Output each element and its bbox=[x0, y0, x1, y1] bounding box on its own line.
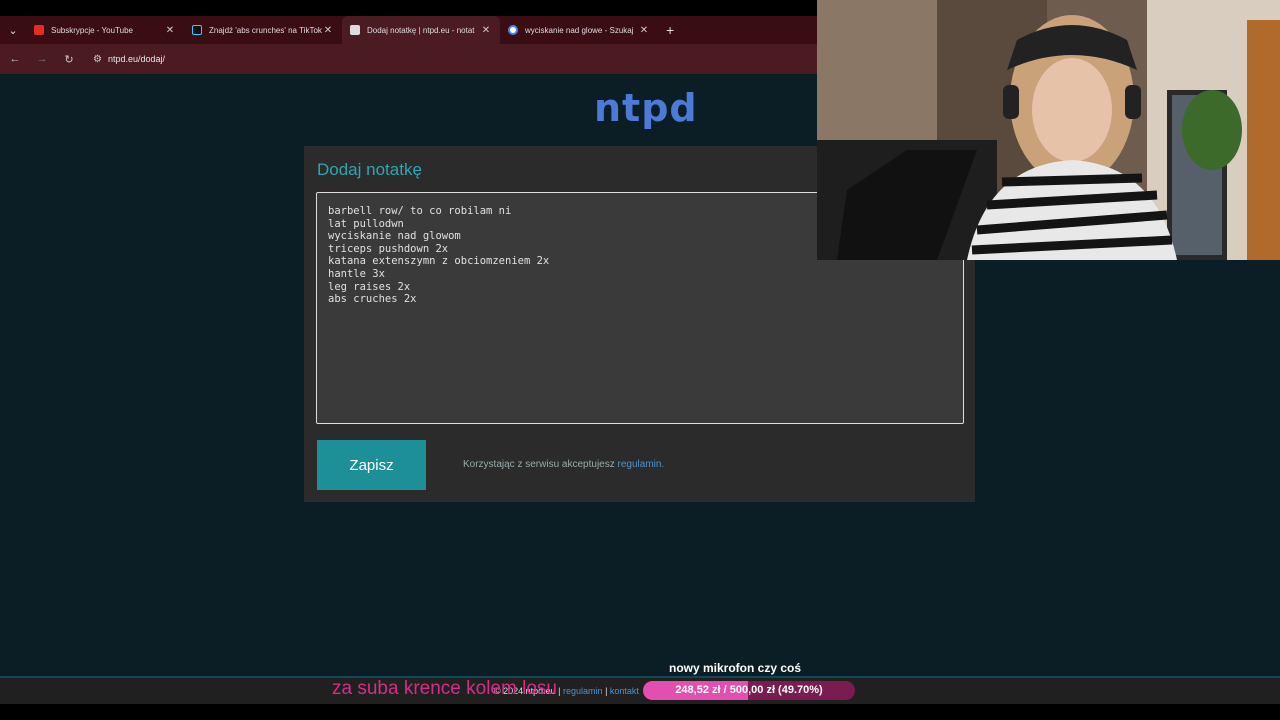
tab-search-chevron-icon[interactable]: ⌄ bbox=[0, 16, 26, 44]
goal-title: nowy mikrofon czy coś bbox=[669, 661, 802, 675]
reload-icon[interactable]: ↻ bbox=[57, 53, 81, 66]
tab-title: Dodaj notatkę | ntpd.eu - notat bbox=[367, 25, 475, 35]
tab-youtube[interactable]: Subskrypcje - YouTube ✕ bbox=[26, 16, 184, 44]
note-line: leg raises 2x bbox=[328, 280, 411, 293]
webcam-overlay bbox=[817, 0, 1280, 260]
goal-progress-label: 248,52 zł / 500,00 zł (49.70%) bbox=[675, 684, 823, 696]
footer-separator: | bbox=[602, 686, 610, 696]
webcam-image bbox=[817, 0, 1280, 260]
tiktok-icon bbox=[192, 25, 202, 35]
stream-bottom-bar bbox=[0, 676, 1280, 704]
forward-icon[interactable]: → bbox=[30, 53, 54, 65]
browser-tabbar: ⌄ Subskrypcje - YouTube ✕ Znajdź 'abs cr… bbox=[0, 16, 820, 44]
footer-contact-link[interactable]: kontakt bbox=[610, 686, 639, 696]
tab-title: wyciskanie nad glowe - Szukaj bbox=[525, 25, 634, 35]
stream-overlay-text: za suba krence kolem losu bbox=[332, 678, 557, 699]
tab-ntpd[interactable]: Dodaj notatkę | ntpd.eu - notat ✕ bbox=[342, 16, 500, 44]
terms-text: Korzystając z serwisu akceptujesz regula… bbox=[463, 459, 664, 470]
tab-google[interactable]: wyciskanie nad glowe - Szukaj ✕ bbox=[500, 16, 658, 44]
back-icon[interactable]: ← bbox=[3, 53, 27, 65]
bottom-letterbox bbox=[0, 704, 1280, 720]
close-icon[interactable]: ✕ bbox=[322, 25, 334, 36]
address-bar: ← → ↻ ⚙ ntpd.eu/dodaj/ bbox=[0, 44, 820, 74]
url-field[interactable]: ntpd.eu/dodaj/ bbox=[108, 54, 165, 64]
site-info-icon[interactable]: ⚙ bbox=[93, 54, 102, 65]
save-button[interactable]: Zapisz bbox=[317, 440, 426, 490]
close-icon[interactable]: ✕ bbox=[164, 25, 176, 36]
site-logo[interactable]: ntpd bbox=[594, 86, 698, 130]
terms-link[interactable]: regulamin. bbox=[618, 459, 665, 470]
youtube-icon bbox=[34, 25, 44, 35]
close-icon[interactable]: ✕ bbox=[480, 25, 492, 36]
google-icon bbox=[508, 25, 518, 35]
note-line: hantle 3x bbox=[328, 267, 385, 280]
tab-tiktok[interactable]: Znajdź 'abs crunches' na TikTok ✕ bbox=[184, 16, 342, 44]
note-line: abs cruches 2x bbox=[328, 293, 417, 306]
card-title: Dodaj notatkę bbox=[317, 160, 422, 179]
new-tab-icon[interactable]: + bbox=[666, 22, 674, 38]
footer-terms-link[interactable]: regulamin bbox=[563, 686, 603, 696]
terms-label: Korzystając z serwisu akceptujesz bbox=[463, 459, 618, 470]
tab-title: Subskrypcje - YouTube bbox=[51, 25, 133, 35]
tab-title: Znajdź 'abs crunches' na TikTok bbox=[209, 25, 322, 35]
close-icon[interactable]: ✕ bbox=[638, 25, 650, 36]
note-icon bbox=[350, 25, 360, 35]
